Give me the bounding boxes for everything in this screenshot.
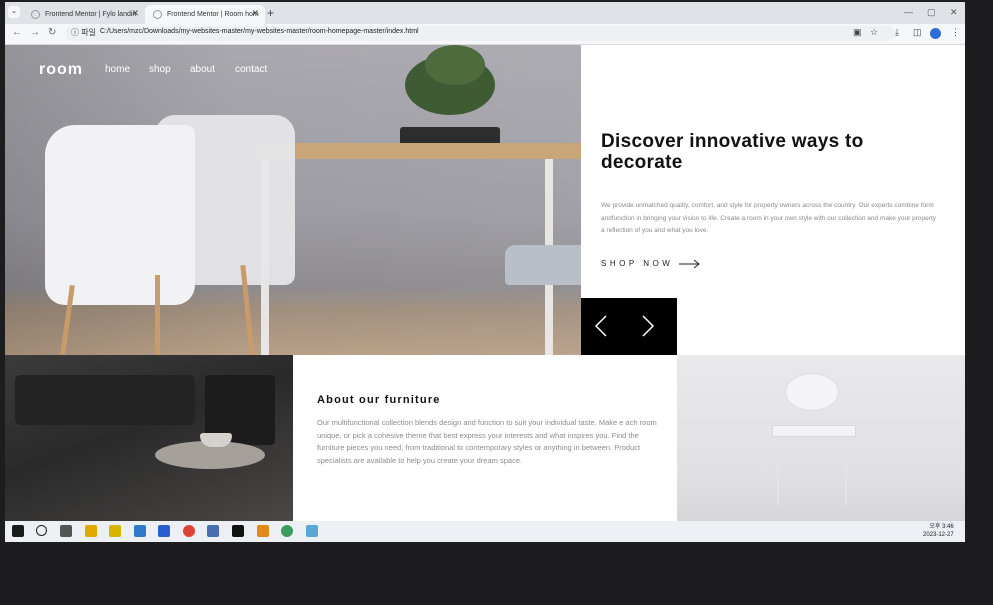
nav-home[interactable]: home	[105, 64, 130, 75]
chair-front	[45, 125, 195, 305]
chrome-icon[interactable]	[183, 525, 195, 537]
about-title: About our furniture	[317, 394, 441, 406]
clock-date: 2023-12-27	[923, 532, 954, 538]
about-image-dark	[5, 355, 293, 521]
about-description: Our multifunctional collection blends de…	[317, 418, 657, 465]
close-tab-icon[interactable]: ✕	[131, 8, 139, 19]
globe-icon	[153, 10, 162, 19]
about-section: About our furniture Our multifunctional …	[317, 394, 657, 467]
reload-icon[interactable]: ↻	[48, 27, 56, 38]
tab-title: Frontend Mentor | Fylo landin	[45, 11, 137, 18]
sidepanel-icon[interactable]: ◫	[913, 27, 922, 38]
hero-description: We provide unmatched quality, comfort, a…	[601, 202, 936, 234]
nav-shop[interactable]: shop	[149, 64, 171, 75]
zoom-icon[interactable]	[158, 525, 170, 537]
windows-start-icon[interactable]	[12, 525, 24, 537]
hero-title: Discover innovative ways to decorate	[601, 131, 864, 173]
tab-fylo[interactable]: Frontend Mentor | Fylo landin ✕	[23, 5, 145, 24]
notepad-icon[interactable]	[306, 525, 318, 537]
chair-leg	[845, 435, 847, 505]
new-tab-button[interactable]: +	[267, 6, 274, 20]
web-page: room home shop about contact Discover in…	[5, 45, 965, 521]
download-icon[interactable]: ⤓	[895, 27, 899, 38]
paint-icon[interactable]	[257, 525, 269, 537]
chair-right	[505, 245, 581, 285]
close-window-button[interactable]: ✕	[950, 7, 958, 18]
minimize-button[interactable]: —	[904, 7, 913, 17]
system-clock[interactable]: 오후 3:46 2023-12-27	[923, 523, 954, 539]
chrome-alt-icon[interactable]	[281, 525, 293, 537]
search-icon[interactable]	[36, 525, 47, 536]
sofa	[15, 375, 195, 425]
translate-icon[interactable]: ▣	[853, 27, 862, 38]
file-explorer-icon[interactable]	[85, 525, 97, 537]
star-icon[interactable]: ☆	[870, 27, 878, 38]
tab-room[interactable]: Frontend Mentor | Room hom ✕	[145, 5, 265, 24]
task-view-icon[interactable]	[60, 525, 72, 537]
bowl	[200, 433, 232, 447]
next-icon[interactable]	[641, 315, 655, 337]
nav-contact[interactable]: contact	[235, 64, 267, 75]
terminal-icon[interactable]	[232, 525, 244, 537]
tab-strip: ⌄ Frontend Mentor | Fylo landin ✕ Fronte…	[5, 2, 965, 24]
arrow-right-icon	[679, 259, 700, 269]
maximize-button[interactable]: ▢	[927, 7, 936, 18]
table-top	[253, 143, 581, 159]
chair-back	[785, 373, 839, 411]
site-info-button[interactable]: ⓘ 파일	[71, 27, 96, 38]
address-bar[interactable]: ⓘ 파일 C:/Users/mzc/Downloads/my-websites-…	[65, 26, 895, 41]
3d-app-icon[interactable]	[207, 525, 219, 537]
prev-icon[interactable]	[594, 315, 608, 337]
about-image-light	[677, 355, 965, 521]
chair-seat	[772, 425, 856, 437]
profile-icon[interactable]	[930, 28, 941, 39]
tab-title: Frontend Mentor | Room hom	[167, 11, 259, 18]
calendar-app-icon[interactable]	[109, 525, 121, 537]
hero-image	[5, 45, 581, 356]
mail-icon[interactable]	[134, 525, 146, 537]
hero-content: Discover innovative ways to decorate We …	[601, 131, 941, 238]
forward-icon[interactable]: →	[30, 27, 40, 38]
taskbar: 오후 3:46 2023-12-27	[5, 521, 965, 542]
toolbar: ← → ↻ ⓘ 파일 C:/Users/mzc/Downloads/my-web…	[5, 24, 965, 45]
url-text[interactable]: C:/Users/mzc/Downloads/my-websites-maste…	[100, 28, 419, 35]
clock-time: 오후 3:46	[929, 524, 954, 530]
nav-about[interactable]: about	[190, 64, 215, 75]
tab-search-button[interactable]: ⌄	[8, 6, 20, 18]
chair-leg	[155, 275, 160, 355]
back-icon[interactable]: ←	[12, 27, 22, 38]
site-logo[interactable]: room	[39, 61, 83, 79]
chair-leg	[777, 435, 779, 505]
menu-icon[interactable]: ⋮	[951, 27, 960, 38]
close-tab-icon[interactable]: ✕	[251, 8, 259, 19]
globe-icon	[31, 10, 40, 19]
bonsai-foliage	[425, 45, 485, 85]
shop-now-link[interactable]: SHOP NOW	[601, 259, 673, 268]
